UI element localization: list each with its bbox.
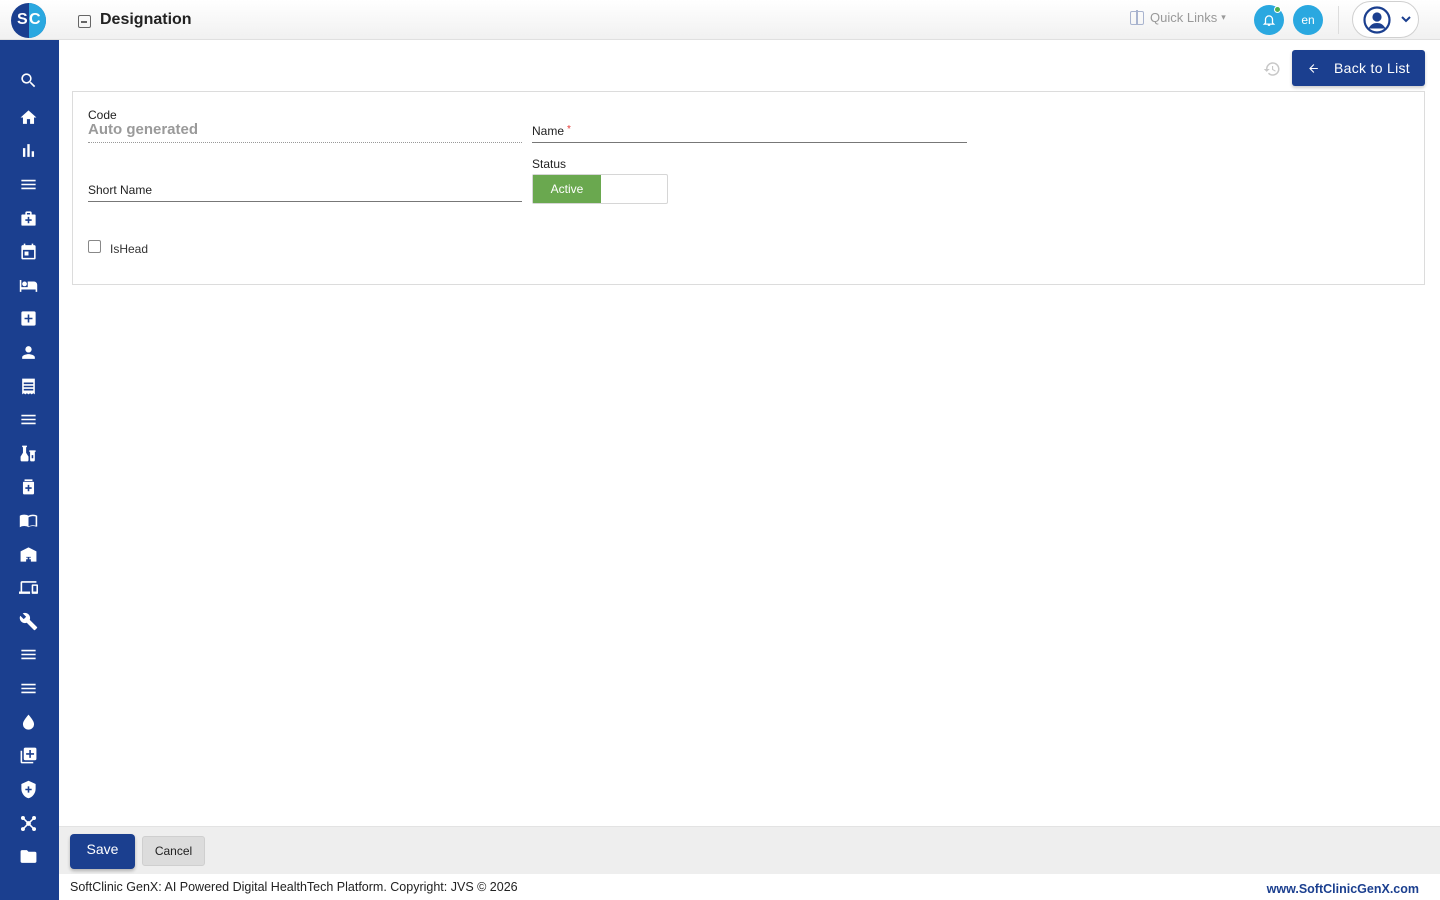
save-button[interactable]: Save bbox=[70, 834, 135, 869]
sidebar-item-documents[interactable] bbox=[16, 844, 40, 868]
bar-chart-icon bbox=[22, 143, 34, 157]
shield-icon bbox=[20, 780, 36, 798]
chevron-down-icon bbox=[1401, 16, 1411, 23]
folder-icon bbox=[20, 849, 36, 863]
page-title: Designation bbox=[100, 11, 192, 28]
page-icon bbox=[78, 15, 91, 28]
sidebar-item-medical[interactable] bbox=[16, 206, 40, 230]
status-label: Status bbox=[532, 157, 567, 171]
sidebar-item-ward[interactable] bbox=[16, 273, 40, 297]
book-icon bbox=[19, 514, 37, 527]
sidebar-item-tools[interactable] bbox=[16, 609, 40, 633]
back-to-list-button[interactable]: Back to List bbox=[1292, 50, 1425, 86]
logo-letter-s: S bbox=[17, 11, 28, 28]
footer: SoftClinic GenX: AI Powered Digital Heal… bbox=[59, 874, 1440, 900]
sidebar-item-add[interactable] bbox=[16, 743, 40, 767]
user-menu[interactable] bbox=[1352, 1, 1419, 38]
designation-form: Code Auto generated Name * Status Active … bbox=[72, 91, 1425, 285]
sidebar-item-patient[interactable] bbox=[16, 340, 40, 364]
home-icon bbox=[20, 109, 36, 124]
sidebar-item-reports[interactable] bbox=[16, 138, 40, 162]
menu-icon bbox=[20, 649, 36, 659]
sidebar-item-clinical[interactable] bbox=[16, 306, 40, 330]
sidebar-item-blood-bank[interactable] bbox=[16, 710, 40, 734]
sidebar bbox=[0, 40, 59, 900]
quick-links-label: Quick Links bbox=[1150, 10, 1218, 25]
add-box-icon bbox=[20, 747, 36, 763]
menu-icon bbox=[20, 414, 36, 424]
code-value: Auto generated bbox=[88, 121, 522, 143]
sidebar-item-menu-1[interactable] bbox=[16, 172, 40, 196]
quick-links-dropdown[interactable]: Quick Links ▾ bbox=[1130, 9, 1226, 25]
person-icon bbox=[21, 345, 35, 359]
sidebar-item-security[interactable] bbox=[16, 777, 40, 801]
cancel-button[interactable]: Cancel bbox=[142, 836, 205, 866]
language-selector[interactable]: en bbox=[1293, 5, 1323, 35]
notification-dot bbox=[1274, 6, 1281, 13]
caret-down-icon: ▾ bbox=[1221, 12, 1226, 22]
short-name-input[interactable] bbox=[88, 182, 522, 202]
store-icon bbox=[20, 546, 36, 562]
history-icon[interactable] bbox=[1263, 60, 1281, 78]
gift-icon bbox=[1130, 9, 1144, 25]
sidebar-item-library[interactable] bbox=[16, 508, 40, 532]
menu-icon bbox=[20, 683, 36, 693]
arrow-left-icon bbox=[1309, 63, 1318, 73]
ishead-label: IsHead bbox=[110, 242, 149, 256]
logo-letter-c: C bbox=[29, 11, 41, 28]
calendar-icon bbox=[20, 243, 36, 259]
website-link[interactable]: www.SoftClinicGenX.com bbox=[1267, 882, 1419, 896]
medical-cross-icon bbox=[20, 310, 36, 326]
sidebar-item-menu-3[interactable] bbox=[16, 642, 40, 666]
network-icon bbox=[20, 815, 36, 831]
receipt-icon bbox=[21, 378, 35, 394]
lab-vials-icon bbox=[20, 445, 36, 461]
sidebar-item-calendar[interactable] bbox=[16, 239, 40, 263]
top-header: S C Designation Quick Links ▾ en bbox=[0, 0, 1440, 40]
bell-icon bbox=[1262, 15, 1276, 26]
medical-bag-icon bbox=[20, 210, 36, 226]
copyright-text: SoftClinic GenX: AI Powered Digital Heal… bbox=[70, 880, 518, 894]
user-avatar-icon bbox=[1363, 6, 1391, 34]
status-toggle[interactable]: Active bbox=[532, 174, 668, 204]
wrench-icon bbox=[19, 612, 37, 630]
sidebar-item-pharmacy[interactable] bbox=[16, 474, 40, 498]
back-to-list-label: Back to List bbox=[1334, 60, 1410, 76]
sidebar-item-store[interactable] bbox=[16, 542, 40, 566]
sidebar-item-menu-2[interactable] bbox=[16, 407, 40, 431]
search-icon bbox=[20, 72, 35, 87]
app-logo[interactable]: S C bbox=[11, 3, 46, 38]
sidebar-item-lab[interactable] bbox=[16, 441, 40, 465]
sidebar-item-home[interactable] bbox=[16, 105, 40, 129]
sidebar-item-menu-4[interactable] bbox=[16, 676, 40, 700]
devices-icon bbox=[18, 580, 38, 594]
sidebar-item-billing[interactable] bbox=[16, 374, 40, 398]
bed-icon bbox=[19, 279, 37, 292]
header-divider bbox=[1338, 6, 1339, 34]
code-label: Code bbox=[88, 108, 117, 122]
form-action-bar: Save Cancel bbox=[59, 826, 1440, 874]
sidebar-item-devices[interactable] bbox=[16, 575, 40, 599]
menu-icon bbox=[20, 179, 36, 189]
name-input[interactable] bbox=[532, 123, 967, 143]
status-active-option[interactable]: Active bbox=[533, 175, 601, 203]
sidebar-item-integration[interactable] bbox=[16, 811, 40, 835]
ishead-checkbox[interactable] bbox=[88, 240, 101, 253]
notifications-button[interactable] bbox=[1254, 5, 1284, 35]
blood-drop-icon bbox=[22, 714, 34, 730]
sidebar-item-search[interactable] bbox=[16, 68, 40, 92]
pharmacy-icon bbox=[22, 478, 34, 494]
